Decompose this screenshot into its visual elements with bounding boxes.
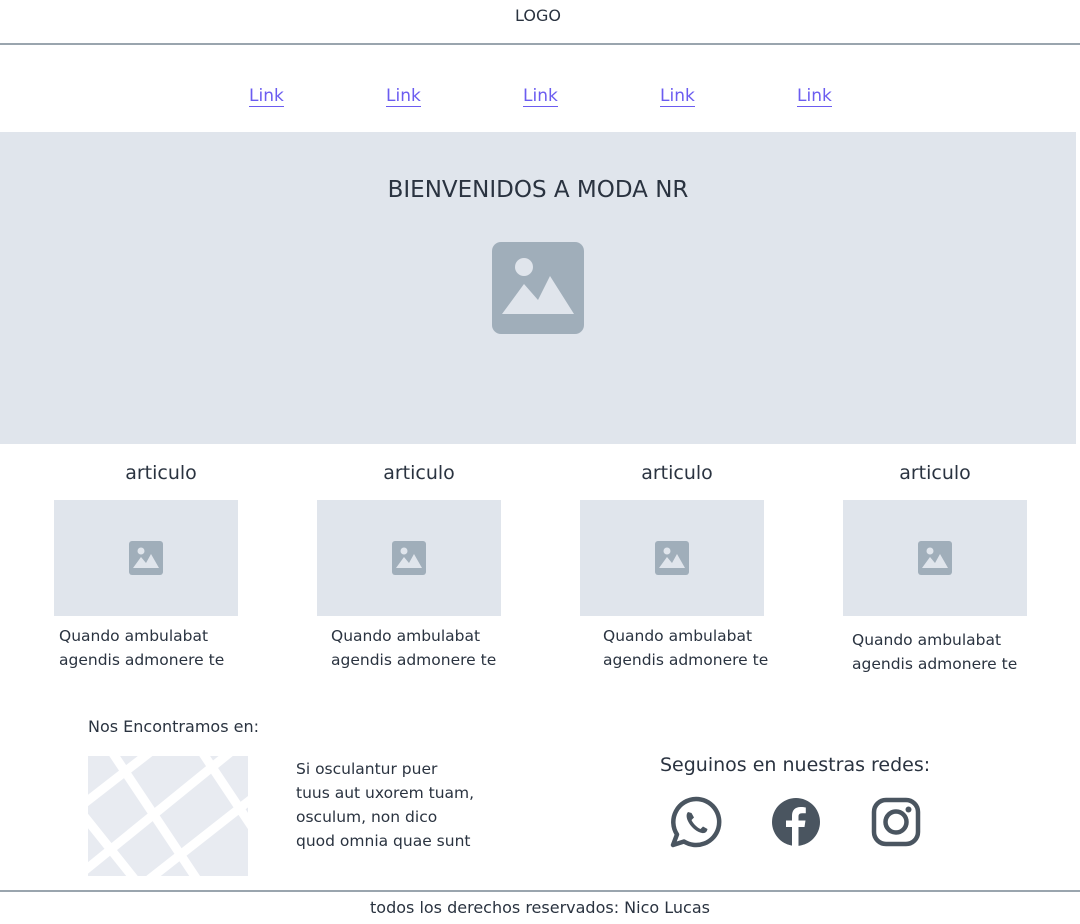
nav-link-4[interactable]: Link (660, 86, 695, 107)
article-title-3: articulo (641, 462, 713, 484)
nav-link-2[interactable]: Link (386, 86, 421, 107)
header-divider (0, 43, 1080, 45)
social-heading: Seguinos en nuestras redes: (660, 754, 931, 776)
logo: LOGO (515, 6, 561, 25)
article-title-4: articulo (899, 462, 971, 484)
article-title-2: articulo (383, 462, 455, 484)
article-image-2[interactable] (317, 500, 501, 616)
image-icon (492, 242, 584, 334)
image-icon (129, 541, 163, 575)
map-placeholder[interactable] (88, 756, 248, 876)
article-text-2: Quando ambulabat agendis admonere te (331, 627, 497, 669)
facebook-icon[interactable] (770, 796, 822, 848)
image-icon (392, 541, 426, 575)
location-heading: Nos Encontramos en: (88, 717, 259, 736)
article-text-3: Quando ambulabat agendis admonere te (603, 627, 769, 669)
hero-title: BIENVENIDOS A MODA NR (387, 177, 689, 203)
article-image-4[interactable] (843, 500, 1027, 616)
nav-link-1[interactable]: Link (249, 86, 284, 107)
article-image-1[interactable] (54, 500, 238, 616)
hero-banner: BIENVENIDOS A MODA NR (0, 132, 1076, 444)
nav-link-3[interactable]: Link (523, 86, 558, 107)
footer-divider (0, 890, 1080, 892)
image-icon (918, 541, 952, 575)
nav-link-5[interactable]: Link (797, 86, 832, 107)
instagram-icon[interactable] (870, 796, 922, 848)
article-image-3[interactable] (580, 500, 764, 616)
article-title-1: articulo (125, 462, 197, 484)
copyright-text: todos los derechos reservados: Nico Luca… (370, 898, 710, 917)
article-text-1: Quando ambulabat agendis admonere te (59, 627, 225, 669)
whatsapp-icon[interactable] (670, 796, 722, 848)
address-text: Si osculantur puer tuus aut uxorem tuam,… (296, 760, 475, 850)
article-text-4: Quando ambulabat agendis admonere te (852, 631, 1018, 673)
image-icon (655, 541, 689, 575)
